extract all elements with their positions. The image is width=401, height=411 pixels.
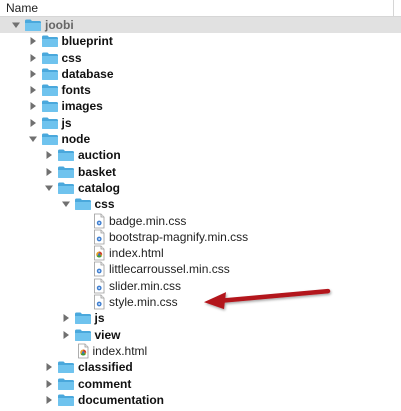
disclosure-collapsed-icon[interactable]: [27, 66, 39, 82]
folder-icon: [74, 328, 92, 342]
folder-row-js[interactable]: js: [0, 115, 401, 131]
disclosure-collapsed-icon[interactable]: [43, 359, 55, 375]
file-label: littlecarroussel.min.css: [109, 262, 230, 277]
disclosure-collapsed-icon[interactable]: [27, 50, 39, 66]
folder-row-view[interactable]: view: [0, 327, 401, 343]
folder-label: images: [61, 99, 103, 114]
folder-icon: [41, 116, 59, 130]
folder-label: fonts: [61, 83, 91, 98]
column-divider: [393, 0, 394, 16]
folder-label: auction: [78, 148, 121, 163]
folder-row-images[interactable]: images: [0, 98, 401, 114]
folder-label: view: [94, 327, 121, 342]
file-row-littlecarroussel-min-css[interactable]: littlecarroussel.min.css: [0, 261, 401, 277]
file-row-index-html[interactable]: index.html: [0, 343, 401, 359]
folder-label: css: [94, 197, 115, 212]
file-label: style.min.css: [109, 295, 178, 310]
css-file-icon: [93, 294, 105, 310]
css-file-icon: [93, 213, 105, 229]
folder-icon: [57, 148, 75, 162]
css-file-icon: [93, 278, 105, 294]
folder-icon: [74, 311, 92, 325]
folder-label: js: [94, 311, 105, 326]
folder-icon: [41, 34, 59, 48]
folder-label: node: [61, 132, 91, 147]
disclosure-expanded-icon[interactable]: [43, 180, 55, 196]
folder-label: basket: [78, 164, 117, 179]
disclosure-collapsed-icon[interactable]: [27, 115, 39, 131]
css-file-icon: [93, 229, 105, 245]
html-file-icon: [77, 343, 89, 359]
folder-row-js[interactable]: js: [0, 310, 401, 326]
file-tree: joobi blueprint css database fonts image…: [0, 17, 401, 408]
folder-row-classified[interactable]: classified: [0, 359, 401, 375]
disclosure-collapsed-icon[interactable]: [43, 376, 55, 392]
html-file-icon: [93, 245, 105, 261]
disclosure-expanded-icon[interactable]: [10, 17, 22, 33]
folder-label: blueprint: [61, 34, 113, 49]
folder-icon: [74, 197, 92, 211]
folder-icon: [41, 51, 59, 65]
folder-row-catalog[interactable]: catalog: [0, 180, 401, 196]
file-row-badge-min-css[interactable]: badge.min.css: [0, 213, 401, 229]
folder-row-comment[interactable]: comment: [0, 376, 401, 392]
folder-row-auction[interactable]: auction: [0, 147, 401, 163]
folder-row-documentation[interactable]: documentation: [0, 392, 401, 408]
folder-label: classified: [78, 360, 133, 375]
name-column-header[interactable]: Name: [0, 0, 401, 17]
disclosure-collapsed-icon[interactable]: [43, 164, 55, 180]
folder-icon: [41, 99, 59, 113]
file-row-index-html[interactable]: index.html: [0, 245, 401, 261]
folder-label: catalog: [78, 180, 121, 195]
folder-row-basket[interactable]: basket: [0, 164, 401, 180]
file-row-style-min-css[interactable]: style.min.css: [0, 294, 401, 310]
folder-label: css: [61, 50, 82, 65]
folder-icon: [41, 83, 59, 97]
disclosure-collapsed-icon[interactable]: [43, 392, 55, 408]
file-row-bootstrap-magnify-min-css[interactable]: bootstrap-magnify.min.css: [0, 229, 401, 245]
disclosure-collapsed-icon[interactable]: [60, 310, 72, 326]
name-column-label: Name: [6, 1, 39, 15]
folder-row-css[interactable]: css: [0, 50, 401, 66]
folder-label: js: [61, 115, 72, 130]
file-label: index.html: [92, 343, 148, 358]
folder-row-database[interactable]: database: [0, 66, 401, 82]
folder-icon: [57, 360, 75, 374]
folder-row-joobi[interactable]: joobi: [0, 17, 401, 34]
folder-row-css[interactable]: css: [0, 196, 401, 212]
disclosure-expanded-icon[interactable]: [27, 131, 39, 147]
folder-label: joobi: [45, 18, 74, 32]
folder-row-node[interactable]: node: [0, 131, 401, 147]
folder-icon: [41, 67, 59, 81]
folder-icon: [57, 393, 75, 407]
disclosure-collapsed-icon[interactable]: [43, 147, 55, 163]
folder-icon: [57, 377, 75, 391]
file-label: index.html: [109, 246, 164, 261]
folder-icon: [41, 132, 59, 146]
disclosure-collapsed-icon[interactable]: [27, 98, 39, 114]
disclosure-collapsed-icon[interactable]: [60, 327, 72, 343]
folder-label: comment: [78, 376, 132, 391]
file-label: bootstrap-magnify.min.css: [109, 229, 249, 244]
disclosure-expanded-icon[interactable]: [60, 196, 72, 212]
folder-row-fonts[interactable]: fonts: [0, 82, 401, 98]
folder-icon: [24, 18, 42, 32]
file-row-slider-min-css[interactable]: slider.min.css: [0, 278, 401, 294]
folder-icon: [57, 181, 75, 195]
disclosure-collapsed-icon[interactable]: [27, 82, 39, 98]
disclosure-collapsed-icon[interactable]: [27, 33, 39, 49]
folder-row-blueprint[interactable]: blueprint: [0, 33, 401, 49]
folder-label: database: [61, 66, 114, 81]
folder-label: documentation: [78, 392, 164, 407]
file-label: badge.min.css: [109, 213, 187, 228]
folder-icon: [57, 165, 75, 179]
file-label: slider.min.css: [109, 278, 182, 293]
css-file-icon: [93, 261, 105, 277]
